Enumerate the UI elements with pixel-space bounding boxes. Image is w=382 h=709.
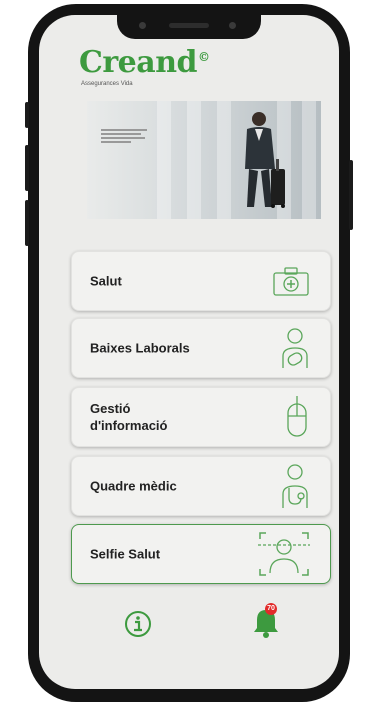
menu-item-quadre-medic[interactable]: Quadre mèdic (71, 456, 331, 516)
notification-badge: 70 (265, 603, 277, 615)
side-button (25, 102, 29, 128)
menu-item-label: Gestió d'informació (90, 401, 168, 433)
hero-caption (101, 127, 151, 145)
menu-item-label: Baixes Laborals (90, 340, 190, 356)
notifications-button[interactable]: 70 (251, 603, 285, 639)
menu-item-gestio-informacio[interactable]: Gestió d'informació (71, 387, 331, 447)
face-scan-icon (258, 532, 310, 576)
menu-item-selfie-salut[interactable]: Selfie Salut (71, 524, 331, 584)
medical-kit-icon (273, 267, 309, 296)
info-button[interactable] (123, 609, 153, 644)
menu-item-label: Quadre mèdic (90, 478, 177, 494)
volume-up-button (25, 145, 29, 191)
info-icon (125, 611, 151, 637)
brand-logo: Creand© (79, 45, 210, 80)
brand-subtitle: Assegurances Vida (81, 81, 133, 87)
person-bandage-icon (282, 328, 308, 368)
power-button (349, 160, 353, 230)
menu-item-salut[interactable]: Salut (71, 251, 331, 311)
menu-item-label: Selfie Salut (90, 546, 161, 562)
volume-down-button (25, 200, 29, 246)
notch (117, 15, 261, 39)
menu-item-label: Salut (90, 273, 122, 289)
mouse-icon (287, 396, 307, 437)
hero-banner (87, 101, 321, 219)
menu-item-baixes-laborals[interactable]: Baixes Laborals (71, 318, 331, 378)
app-screen: Creand© Assegurances Vida Salut Baixes L… (39, 15, 339, 689)
businessman-photo (245, 112, 285, 208)
person-stethoscope-icon (282, 464, 308, 508)
